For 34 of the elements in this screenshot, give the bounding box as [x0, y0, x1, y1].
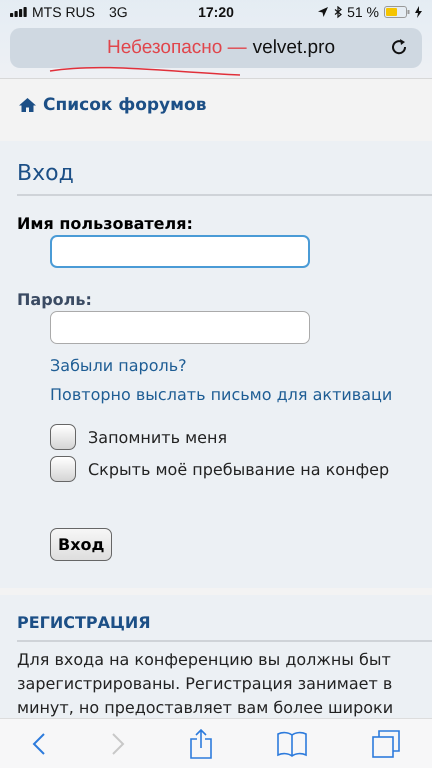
checkbox-label: Запомнить меня: [88, 428, 228, 446]
carrier-name: MTS RUS: [32, 4, 95, 20]
security-warning: Небезопасно —: [106, 37, 247, 59]
username-field[interactable]: [50, 235, 310, 268]
signal-icon: [10, 7, 28, 17]
checkbox[interactable]: [50, 424, 76, 450]
location-arrow-icon: [317, 6, 330, 18]
paragraph-line: Для входа на конференцию вы должны быт: [17, 649, 392, 671]
checkbox-label: Скрыть моё пребывание на конфер: [88, 460, 390, 478]
paragraph-line: зарегистрированы. Регистрация занимает в: [17, 673, 394, 695]
back-icon[interactable]: [32, 732, 46, 756]
password-field[interactable]: [50, 311, 310, 344]
paragraph-line: минут, но предоставляет вам более широки: [17, 697, 394, 719]
share-icon[interactable]: [188, 728, 213, 758]
tabs-icon[interactable]: [372, 730, 400, 758]
text-link[interactable]: Забыли пароль?: [50, 356, 187, 375]
home-icon: [18, 97, 37, 113]
site-domain: velvet.pro: [252, 37, 336, 59]
network-type: 3G: [109, 4, 128, 20]
registration-heading: РЕГИСТРАЦИЯ: [17, 613, 432, 642]
book-icon[interactable]: [277, 730, 308, 756]
bluetooth-icon: [334, 6, 342, 18]
battery-percent: 51 %: [347, 4, 379, 20]
login-heading: Вход: [17, 161, 432, 196]
field-label: Имя пользователя:: [17, 214, 193, 233]
clock-time: 17:20: [198, 4, 234, 20]
address-bar[interactable]: Небезопасно — velvet.pro: [10, 28, 422, 68]
login-button[interactable]: Вход: [50, 528, 112, 561]
forum-list-link[interactable]: Список форумов: [18, 93, 206, 117]
battery-icon: [384, 6, 410, 18]
charging-bolt-icon: [415, 6, 422, 18]
text-link[interactable]: Повторно выслать письмо для активаци: [50, 385, 392, 404]
checkbox[interactable]: [50, 456, 76, 482]
field-label: Пароль:: [17, 290, 92, 309]
